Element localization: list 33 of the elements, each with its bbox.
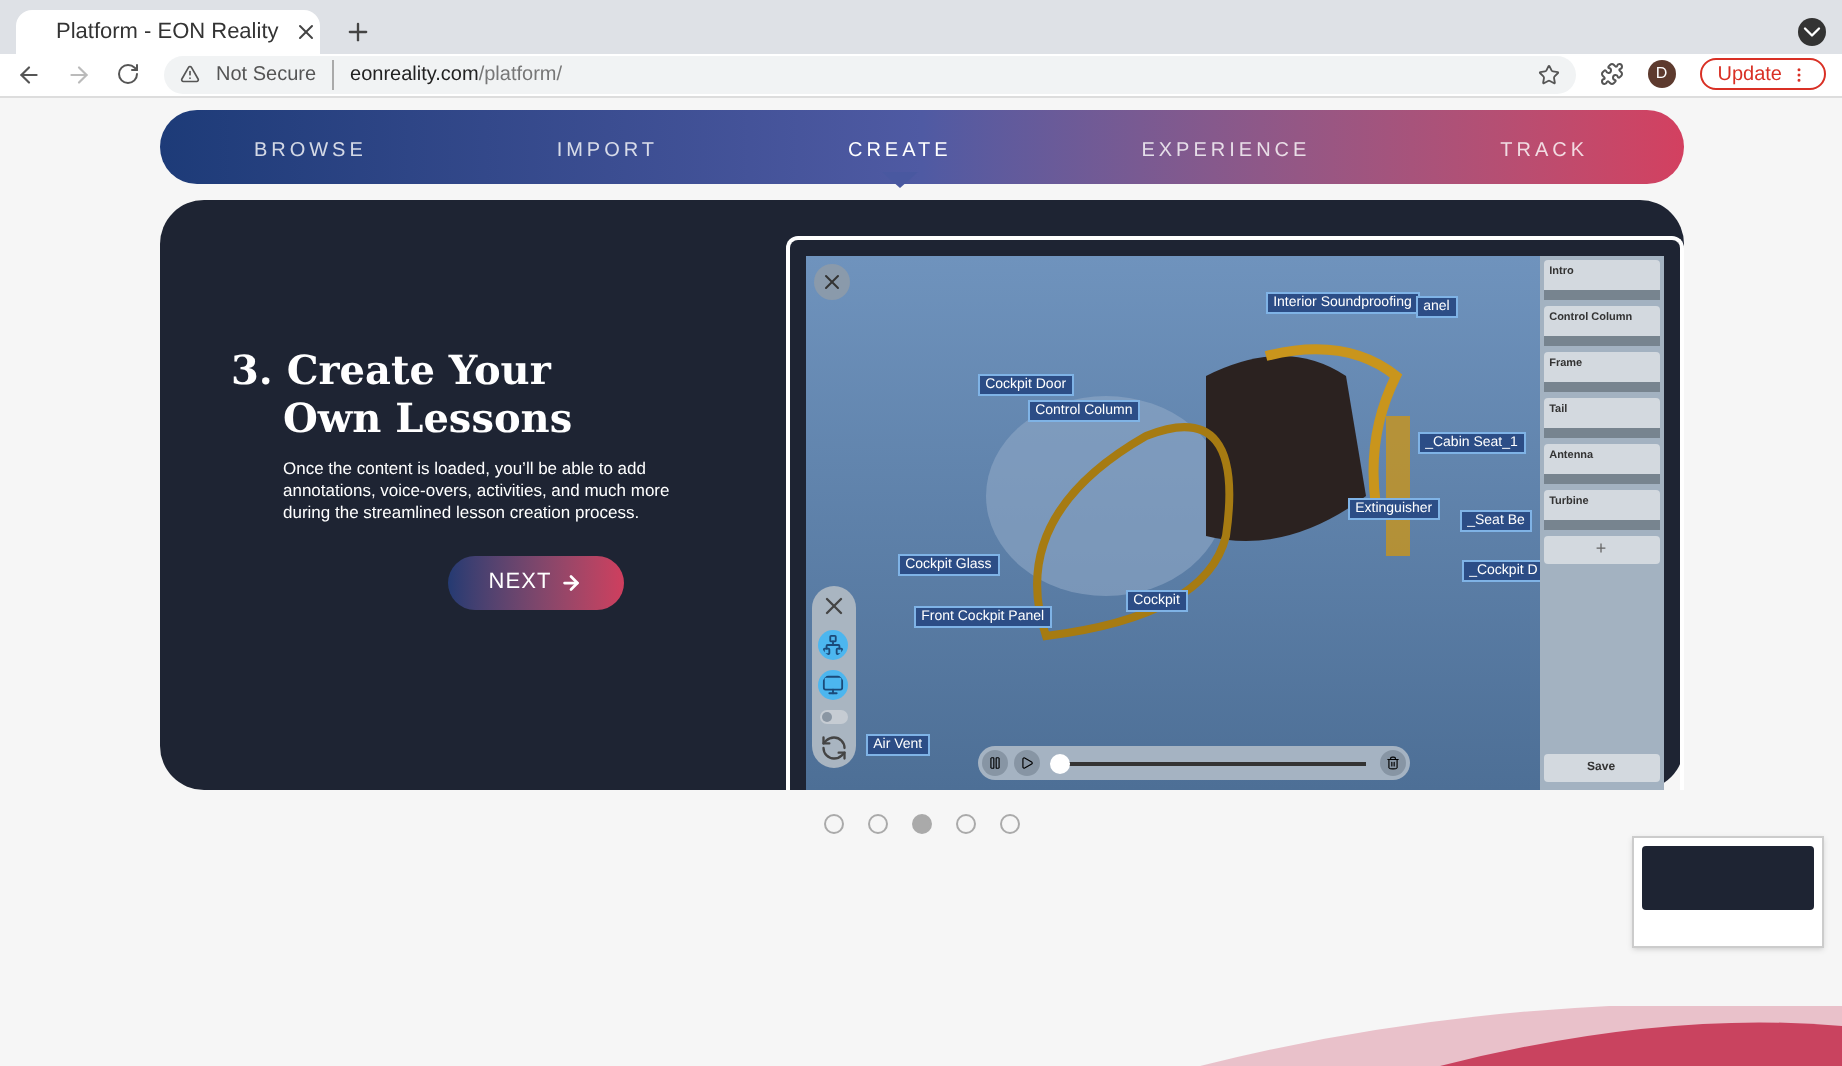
update-button[interactable]: Update [1699,58,1826,90]
add-step-button[interactable]: + [1543,536,1659,564]
profile-avatar[interactable]: D [1647,60,1676,88]
nav-tab[interactable]: BROWSE [253,139,367,163]
slide-description: Once the content is loaded, you’ll be able to add annotations, voice-overs, activities, and much more during the streamlined lesson creation process. [281,458,672,524]
reload-icon[interactable] [116,62,140,86]
close-icon[interactable] [294,20,319,44]
next-button[interactable]: NEXT [447,556,623,610]
monitor-icon[interactable] [818,670,849,700]
slide-title: 3. Create Your Own Lessons [231,346,575,442]
trash-icon[interactable] [1379,750,1406,776]
nav-tab[interactable]: CREATE [847,139,952,163]
timeline-thumb[interactable] [1049,753,1070,773]
nav-tab[interactable]: EXPERIENCE [1141,139,1311,163]
security-label: Not Secure [216,61,317,89]
play-icon[interactable] [1013,750,1040,776]
toggle-switch[interactable] [819,710,848,724]
hierarchy-icon[interactable] [818,630,849,660]
pause-icon[interactable] [981,750,1008,776]
url-text: eonreality.com/platform/ [332,59,563,89]
arrow-icon [559,572,582,594]
address-bar[interactable]: Not Secure eonreality.com/platform/ [164,55,1576,93]
extensions-icon[interactable] [1599,62,1624,86]
nav-tab[interactable]: TRACK [1500,139,1589,163]
rotate-icon[interactable] [819,734,848,762]
browser-tab[interactable]: Platform - EON Reality [16,10,320,54]
nav-tab[interactable]: IMPORT [556,139,659,163]
back-icon[interactable] [16,61,42,87]
warning-icon [180,64,200,84]
new-tab-icon[interactable] [344,18,372,46]
bookmark-icon[interactable] [1537,63,1560,85]
tab-title: Platform - EON Reality [56,17,279,48]
tab-search-icon[interactable] [1798,18,1826,46]
